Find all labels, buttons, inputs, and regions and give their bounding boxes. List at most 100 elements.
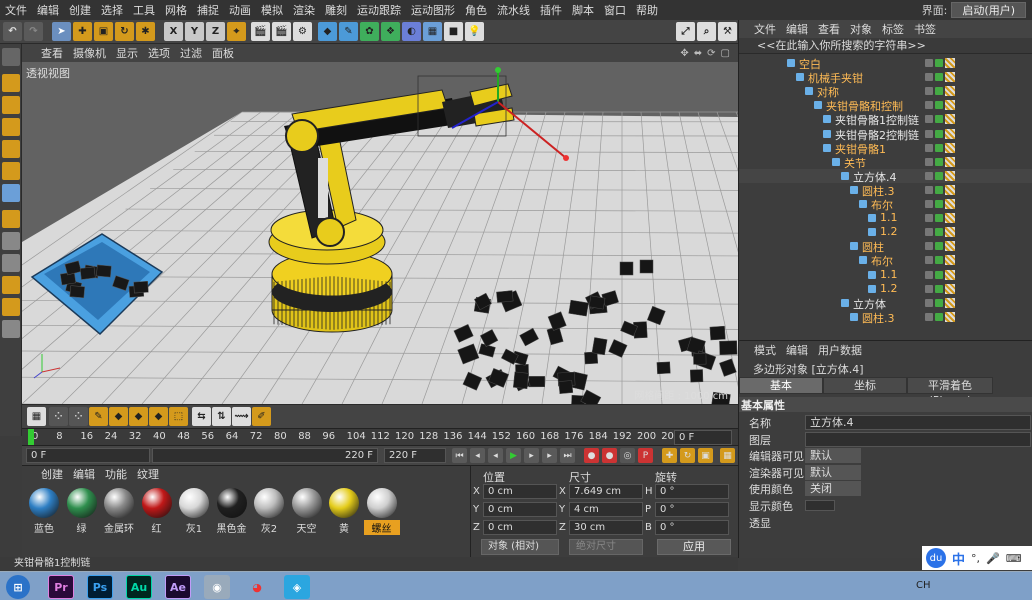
menu-item[interactable]: 雕刻	[320, 2, 352, 18]
object-row[interactable]: 夹钳骨骼和控制	[739, 98, 1032, 112]
nurbs-icon[interactable]: ✿	[360, 22, 379, 41]
visibility-toggle[interactable]	[925, 143, 933, 152]
scale-key-icon[interactable]: ⇅	[212, 407, 231, 426]
position-field[interactable]: 0 cm	[483, 502, 557, 517]
object-row[interactable]: 立方体	[739, 296, 1032, 310]
app-icon[interactable]: ◈	[284, 575, 310, 599]
object-menu-item[interactable]: 查看	[813, 21, 845, 37]
tag-icon[interactable]	[945, 255, 955, 266]
enable-check[interactable]	[935, 270, 943, 279]
cinema4d-icon[interactable]: ◉	[204, 575, 230, 599]
tag-icon[interactable]	[945, 142, 955, 153]
tag-icon[interactable]	[945, 156, 955, 167]
anim-grid-icon[interactable]: ▦	[720, 448, 735, 463]
material-swatch[interactable]: 螺丝	[363, 488, 400, 540]
menu-item[interactable]: 编辑	[32, 2, 64, 18]
material-swatch[interactable]: 绿	[64, 488, 100, 540]
play-icon[interactable]: ▶	[506, 448, 521, 463]
menu-item[interactable]: 工具	[128, 2, 160, 18]
taskbar-app[interactable]: Ps	[87, 575, 113, 599]
enable-check[interactable]	[935, 115, 943, 124]
viewport-menu-item[interactable]: 显示	[111, 45, 143, 61]
rotation-field[interactable]: 0 °	[655, 484, 729, 499]
tag-icon[interactable]	[945, 170, 955, 181]
array-icon[interactable]: ❖	[381, 22, 400, 41]
make-editable-icon[interactable]	[2, 48, 20, 66]
render-settings-icon[interactable]: ⚙	[293, 22, 312, 41]
cube-key-icon[interactable]: ◆	[109, 407, 128, 426]
enable-check[interactable]	[935, 129, 943, 138]
keyboard-icon[interactable]: ⌨	[1006, 552, 1022, 565]
perspective-viewport[interactable]: 透视视图 网格间距 : 1000 cm	[22, 62, 738, 404]
menu-item[interactable]: 动画	[224, 2, 256, 18]
viewport-menu-item[interactable]: 选项	[143, 45, 175, 61]
max-frame-field[interactable]: 220 F	[384, 448, 446, 463]
menu-item[interactable]: 脚本	[567, 2, 599, 18]
enable-check[interactable]	[935, 228, 943, 237]
object-menu-item[interactable]: 标签	[877, 21, 909, 37]
visibility-toggle[interactable]	[925, 185, 933, 194]
edges-mode-icon[interactable]	[2, 162, 20, 180]
enable-check[interactable]	[935, 256, 943, 265]
tag-icon[interactable]	[945, 72, 955, 83]
playhead[interactable]	[28, 429, 34, 445]
object-row[interactable]: 关节	[739, 155, 1032, 169]
tag-icon[interactable]	[945, 184, 955, 195]
viewport-menu-item[interactable]: 查看	[36, 45, 68, 61]
workplane-icon[interactable]: ⌕	[697, 22, 716, 41]
attribute-value[interactable]: 立方体.4	[805, 415, 1031, 430]
path-icon[interactable]: ⟿	[232, 407, 251, 426]
menu-item[interactable]: 模拟	[256, 2, 288, 18]
dolly-icon[interactable]: ⬌	[694, 48, 702, 59]
punct-icon[interactable]: °,	[971, 552, 980, 565]
mirror-icon[interactable]: ⇆	[192, 407, 211, 426]
anim-scale-icon[interactable]: ▣	[698, 448, 713, 463]
key-select-icon[interactable]: ◎	[620, 448, 635, 463]
menu-item[interactable]: 插件	[535, 2, 567, 18]
enable-check[interactable]	[935, 59, 943, 67]
recent-tool-icon[interactable]: ✱	[136, 22, 155, 41]
attribute-value[interactable]	[805, 431, 1031, 447]
x-axis-button[interactable]: X	[164, 22, 183, 41]
object-row[interactable]: 布尔	[739, 253, 1032, 267]
layout-dropdown[interactable]: 启动(用户)	[951, 2, 1026, 18]
rotate-tool-icon[interactable]: ↻	[115, 22, 134, 41]
pan-icon[interactable]: ✥	[680, 48, 688, 59]
keyframe-icon[interactable]: ▦	[27, 407, 46, 426]
object-menu-item[interactable]: 书签	[909, 21, 941, 37]
soft-selection-icon[interactable]	[2, 254, 20, 272]
material-swatch[interactable]: 天空	[289, 488, 325, 540]
dots-icon-2[interactable]: ⁘	[69, 407, 88, 426]
visibility-toggle[interactable]	[925, 171, 933, 180]
prev-key-icon[interactable]: ◂	[470, 448, 485, 463]
object-row[interactable]: 对称	[739, 84, 1032, 98]
viewport-menu-item[interactable]: 过滤	[175, 45, 207, 61]
start-frame-field[interactable]: 0 F	[26, 448, 150, 463]
size-field[interactable]: 4 cm	[569, 502, 643, 517]
light-icon[interactable]: 💡	[465, 22, 484, 41]
scale-tool-icon[interactable]: ▣	[94, 22, 113, 41]
tag-icon[interactable]	[945, 269, 955, 280]
prev-frame-icon[interactable]: ◂	[488, 448, 503, 463]
grid-icon[interactable]	[2, 320, 20, 338]
attr-tab[interactable]: 坐标	[823, 377, 907, 394]
object-row[interactable]: 布尔	[739, 197, 1032, 211]
taskbar-app[interactable]: Pr	[48, 575, 74, 599]
attr-tab[interactable]: 基本	[739, 377, 823, 394]
orbit-icon[interactable]: ⟳	[707, 48, 715, 59]
tag-icon[interactable]	[945, 58, 955, 68]
enable-check[interactable]	[935, 171, 943, 180]
guide-icon[interactable]: ⚒	[718, 22, 737, 41]
size-field[interactable]: 7.649 cm	[569, 484, 643, 499]
viewport-menu-item[interactable]: 面板	[207, 45, 239, 61]
menu-item[interactable]: 创建	[64, 2, 96, 18]
tag-icon[interactable]	[945, 114, 955, 125]
enable-check[interactable]	[935, 200, 943, 208]
material-swatch[interactable]: 黑色金	[214, 488, 250, 540]
enable-check[interactable]	[935, 87, 943, 96]
enable-check[interactable]	[935, 312, 943, 321]
menu-item[interactable]: 网格	[160, 2, 192, 18]
object-row[interactable]: 夹钳骨骼2控制链	[739, 127, 1032, 141]
tag-icon[interactable]	[945, 227, 955, 238]
attribute-value[interactable]: 默认	[805, 448, 861, 464]
